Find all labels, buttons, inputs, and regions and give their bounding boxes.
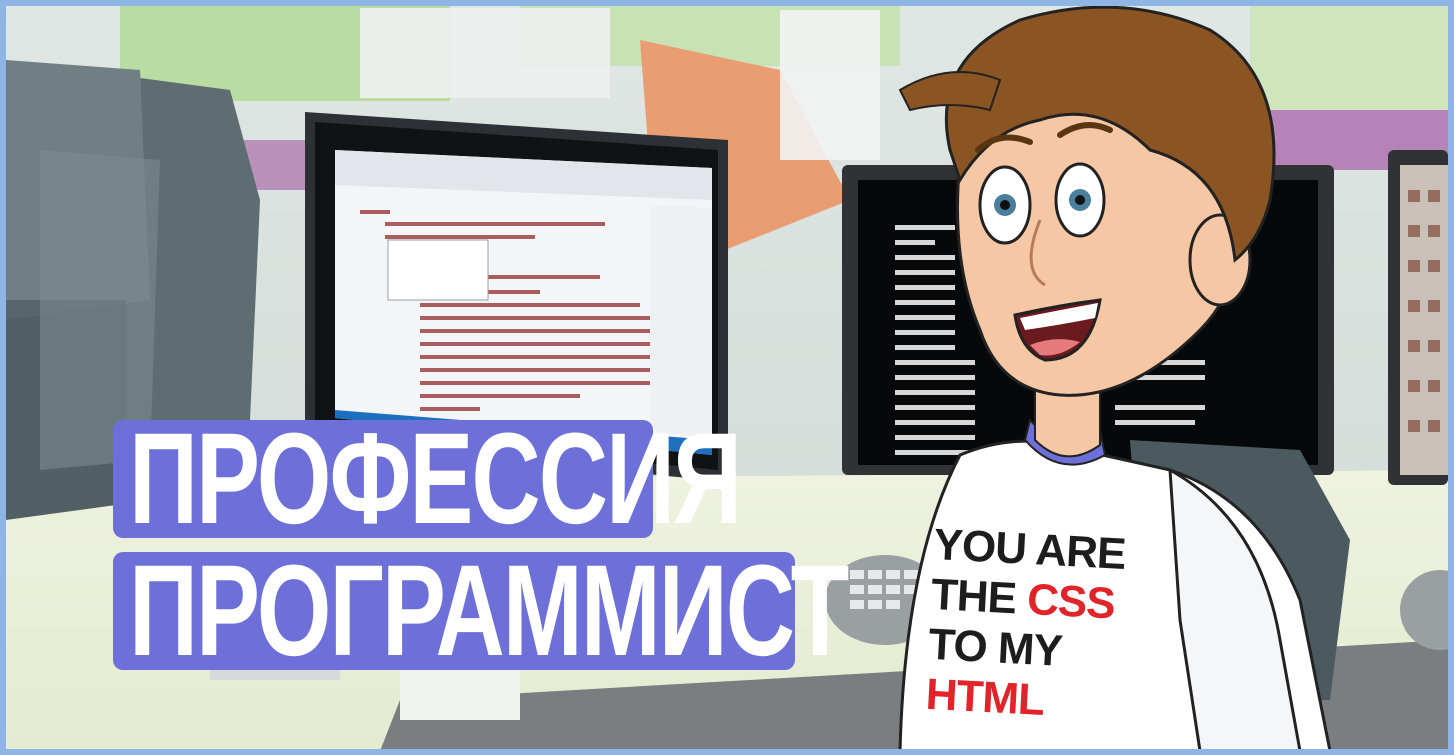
shirt-slogan: YOU ARE THE CSS TO MY HTML [925,520,1175,732]
shirt-line-2-prefix: THE [929,569,1029,624]
thumbnail-frame: ПРОФЕССИЯ ПРОГРАММИСТ YOU ARE THE CSS TO… [0,0,1454,755]
shirt-word-css: CSS [1025,574,1116,629]
title-line-2-text: ПРОГРАММИСТ [129,538,849,684]
title-banner-line-1: ПРОФЕССИЯ [113,414,742,544]
title-line-1-text: ПРОФЕССИЯ [129,406,742,552]
title-banner-line-2: ПРОГРАММИСТ [113,546,849,676]
